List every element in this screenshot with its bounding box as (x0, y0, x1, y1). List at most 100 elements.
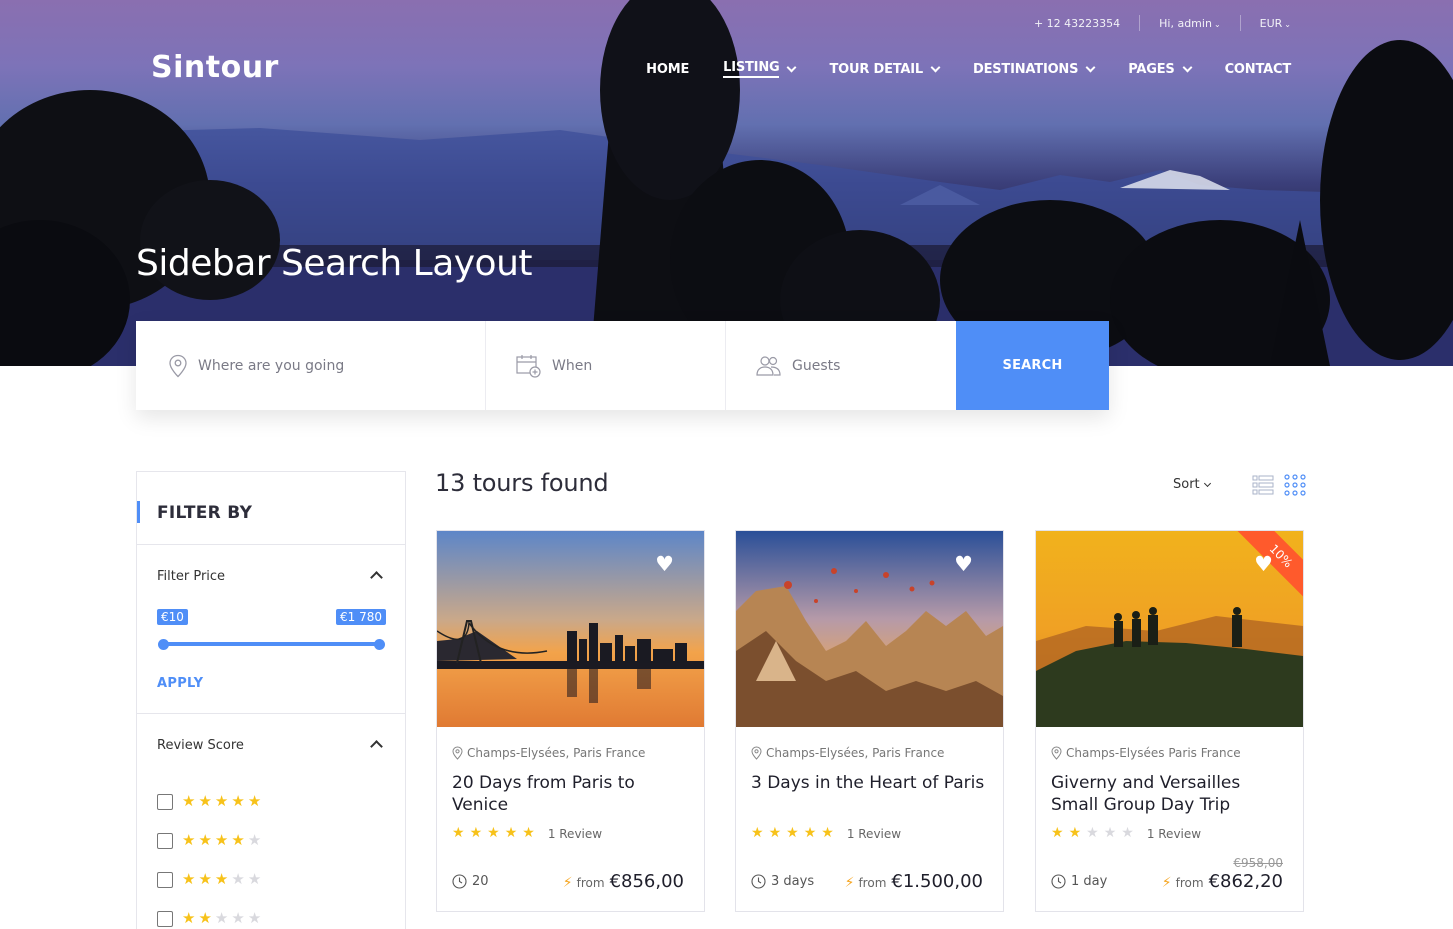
tour-price: ⚡ from €1.500,00 (845, 871, 983, 892)
tour-title[interactable]: Giverny and Versailles Small Group Day T… (1051, 772, 1291, 816)
tour-price: ⚡ from €856,00 (563, 871, 684, 892)
calendar-add-icon (516, 354, 541, 378)
chevron-up-icon[interactable] (370, 740, 383, 753)
nav-label: HOME (646, 61, 690, 77)
user-menu[interactable]: Hi, admin ⌄ (1159, 17, 1221, 30)
search-button[interactable]: SEARCH (956, 321, 1109, 410)
site-logo[interactable]: Sintour (151, 50, 279, 85)
map-pin-icon (1051, 746, 1062, 760)
chevron-down-icon (787, 62, 797, 72)
star-rating: ★ ★ ★ ★ ★ (452, 826, 540, 841)
chevron-up-icon[interactable] (370, 571, 383, 584)
map-pin-icon (169, 354, 187, 377)
review-option[interactable]: ★ ★ ★ ★ ★ (157, 782, 264, 821)
location-text: Champs-Elysées Paris France (1066, 746, 1241, 760)
favorite-heart-icon[interactable]: ♥ (655, 554, 674, 575)
chevron-down-icon: ⌄ (1284, 19, 1291, 29)
review-count: 1 Review (547, 826, 603, 841)
tour-title[interactable]: 3 Days in the Heart of Paris (751, 772, 991, 794)
price-from-label: from (1175, 876, 1204, 890)
chevron-down-icon (1085, 62, 1096, 72)
lightning-icon: ⚡ (844, 875, 855, 891)
guests-placeholder: Guests (792, 357, 841, 374)
tour-card[interactable]: 10% ♥ Champs-Elysées Paris France Givern… (1035, 530, 1304, 912)
tour-price: ⚡ from €862,20 (1162, 871, 1283, 892)
sort-dropdown[interactable]: Sort (1173, 477, 1211, 492)
review-option[interactable]: ★ ★ ★ ★ ★ (157, 821, 264, 860)
duration-text: 20 (472, 874, 489, 889)
star-filled-icon: ★ (247, 792, 262, 810)
star-filled-icon: ★ (182, 831, 196, 849)
tour-title[interactable]: 20 Days from Paris to Venice (452, 772, 692, 816)
nav-label: DESTINATIONS (973, 61, 1079, 77)
review-checkbox[interactable] (157, 871, 173, 888)
favorite-heart-icon[interactable]: ♥ (1254, 554, 1273, 575)
review-checkbox[interactable] (157, 793, 173, 810)
price-amount: €856,00 (609, 871, 684, 892)
destination-field[interactable]: Where are you going (136, 321, 486, 410)
review-checkbox[interactable] (157, 910, 173, 927)
list-view-icon[interactable] (1252, 474, 1274, 496)
review-option[interactable]: ★ ★ ★ ★ ★ (157, 899, 264, 929)
guests-field[interactable]: Guests (726, 321, 956, 410)
nav-item-contact[interactable]: CONTACT (1224, 61, 1292, 77)
chevron-down-icon (1203, 479, 1211, 487)
grid-view-icon[interactable] (1284, 474, 1306, 496)
star-filled-icon: ★ (182, 870, 196, 888)
duration-text: 1 day (1071, 874, 1108, 889)
tour-card[interactable]: ♥ Champs-Elysées, Paris France 3 Days in… (735, 530, 1004, 912)
tour-card[interactable]: ♥ Champs-Elysées, Paris France 20 Days f… (436, 530, 705, 912)
price-slider-min-handle[interactable] (158, 639, 169, 650)
nav-label: LISTING (723, 60, 780, 78)
user-greeting: Hi, admin (1159, 16, 1212, 30)
nav-item-tour-detail[interactable]: TOUR DETAIL (829, 62, 941, 77)
nav-item-listing[interactable]: LISTING (723, 60, 797, 78)
star-empty-icon: ★ (231, 909, 245, 927)
star-filled-icon: ★ (751, 825, 764, 841)
main-nav: HOME LISTING TOUR DETAIL DESTINATIONS PA… (612, 60, 1291, 78)
page-title: Sidebar Search Layout (136, 243, 533, 284)
price-filter-title: Filter Price (157, 569, 226, 584)
tour-location: Champs-Elysées Paris France (1051, 746, 1241, 760)
review-checkbox[interactable] (157, 832, 173, 849)
star-filled-icon: ★ (182, 792, 196, 810)
star-filled-icon: ★ (452, 825, 465, 841)
tour-duration: 20 (452, 874, 489, 889)
star-empty-icon: ★ (231, 870, 245, 888)
filter-header: FILTER BY (137, 472, 405, 545)
old-price: €958,00 (1233, 856, 1283, 870)
star-filled-icon: ★ (786, 825, 799, 841)
chevron-down-icon (930, 62, 941, 72)
price-amount: €862,20 (1208, 871, 1283, 892)
nav-label: CONTACT (1224, 61, 1292, 77)
price-slider-track[interactable] (162, 642, 380, 646)
filter-sidebar: FILTER BY Filter Price €10 €1 780 APPLY … (136, 471, 406, 929)
review-option[interactable]: ★ ★ ★ ★ ★ (157, 860, 264, 899)
review-count: 1 Review (846, 826, 902, 841)
star-empty-icon: ★ (1103, 825, 1117, 841)
apply-button[interactable]: APPLY (157, 676, 203, 691)
clock-icon (1051, 874, 1066, 889)
nav-item-destinations[interactable]: DESTINATIONS (973, 61, 1096, 77)
results-count: 13 tours found (435, 469, 609, 497)
phone-number[interactable]: + 12 43223354 (1034, 17, 1120, 30)
review-count: 1 Review (1146, 826, 1202, 841)
clock-icon (751, 874, 766, 889)
date-placeholder: When (552, 357, 593, 374)
price-from-label: from (858, 876, 887, 890)
lightning-icon: ⚡ (1161, 875, 1172, 891)
star-filled-icon: ★ (1051, 825, 1064, 841)
star-filled-icon: ★ (768, 825, 782, 841)
date-field[interactable]: When (486, 321, 726, 410)
destination-placeholder: Where are you going (198, 357, 345, 374)
nav-item-home[interactable]: HOME (646, 62, 689, 77)
star-rating: ★ ★ ★ ★ ★ (1051, 826, 1139, 841)
star-filled-icon: ★ (522, 825, 535, 841)
star-filled-icon: ★ (231, 792, 245, 810)
star-filled-icon: ★ (821, 825, 834, 841)
favorite-heart-icon[interactable]: ♥ (954, 554, 973, 575)
price-slider-max-handle[interactable] (374, 639, 385, 650)
currency-selector[interactable]: EUR ⌄ (1260, 17, 1291, 30)
tour-duration: 3 days (751, 874, 814, 889)
nav-item-pages[interactable]: PAGES (1128, 62, 1193, 77)
